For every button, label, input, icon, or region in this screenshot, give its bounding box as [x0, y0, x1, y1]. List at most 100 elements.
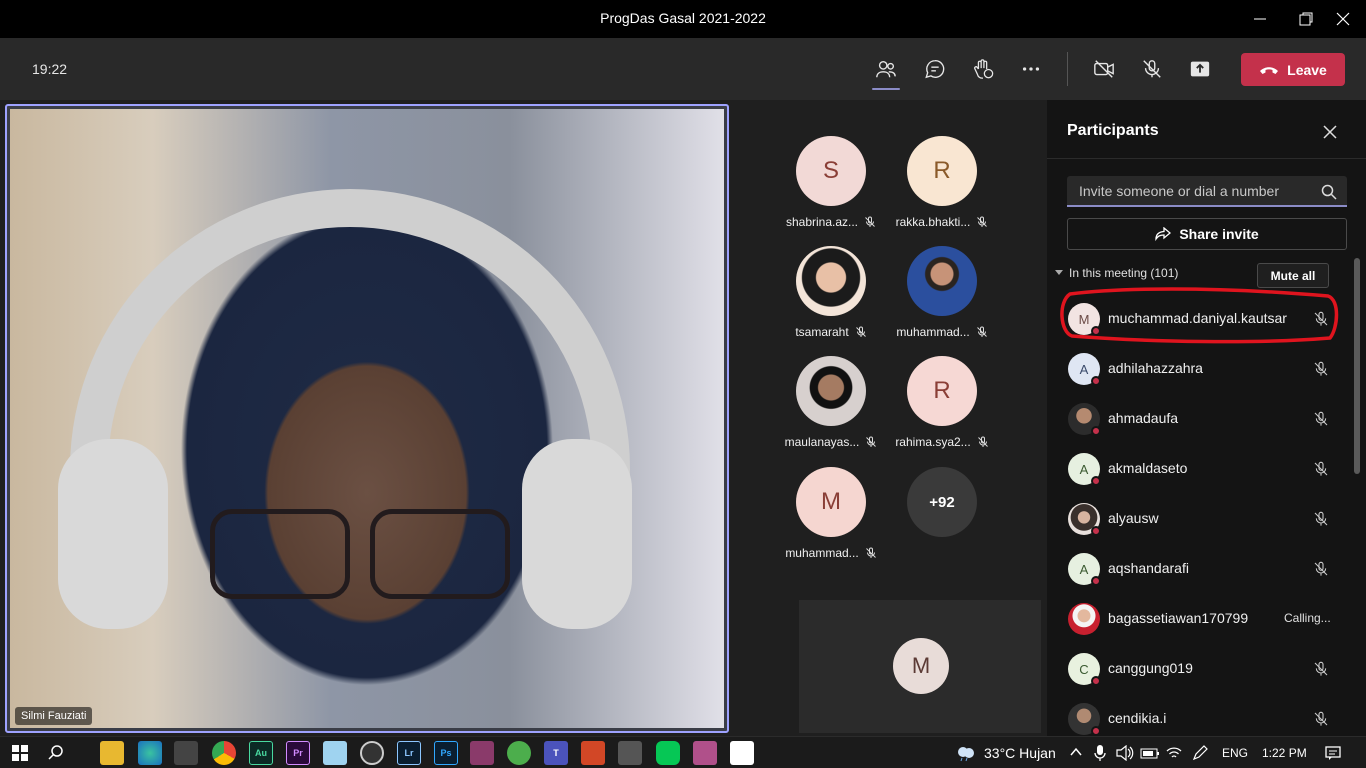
participant-tile-6[interactable]: R rahima.sya2... [887, 352, 997, 452]
presence-busy-indicator [1091, 476, 1101, 486]
invite-input[interactable] [1067, 176, 1347, 207]
title-bar: ProgDas Gasal 2021-2022 [0, 0, 1366, 38]
section-label: In this meeting (101) [1069, 266, 1179, 280]
weather-label[interactable]: 33°C Hujan [984, 745, 1056, 761]
main-speaker-video[interactable]: Silmi Fauziati [5, 104, 729, 733]
paint-icon[interactable] [730, 741, 754, 765]
speaker-video-feed [10, 109, 724, 728]
volume-icon[interactable] [1116, 745, 1134, 761]
notepad-icon[interactable] [323, 741, 347, 765]
share-invite-button[interactable]: Share invite [1067, 218, 1347, 250]
audition-icon[interactable]: Au [249, 741, 273, 765]
meeting-header: 19:22 Leave [0, 38, 1366, 100]
lightroom-icon[interactable]: Lr [397, 741, 421, 765]
chat-icon [925, 60, 945, 79]
participant-name: bagassetiawan170799 [1108, 610, 1249, 626]
search-icon[interactable] [44, 741, 68, 765]
minimize-button[interactable] [1237, 0, 1283, 38]
panel-title: Participants [1067, 122, 1159, 139]
leave-label: Leave [1287, 61, 1327, 78]
clock[interactable]: 1:22 PM [1262, 746, 1307, 760]
pen-icon[interactable] [1192, 745, 1208, 761]
camera-toggle-button[interactable] [1088, 53, 1120, 85]
presence-busy-indicator [1091, 726, 1101, 736]
notifications-icon[interactable] [1325, 745, 1341, 761]
participant-row[interactable]: C canggung019 [1047, 643, 1347, 693]
participant-tile-1[interactable]: S shabrina.az... [776, 132, 886, 232]
mute-all-button[interactable]: Mute all [1257, 263, 1329, 288]
windows-icon[interactable] [8, 741, 32, 765]
mic-off-icon[interactable] [1313, 661, 1329, 677]
participant-row[interactable]: ahmadaufa [1047, 393, 1347, 443]
winrar2-icon[interactable] [693, 741, 717, 765]
more-actions-button[interactable] [1015, 53, 1047, 85]
window-title: ProgDas Gasal 2021-2022 [600, 10, 766, 26]
participant-row[interactable]: alyausw [1047, 493, 1347, 543]
teams-icon[interactable]: T [544, 741, 568, 765]
participant-tile-4[interactable]: muhammad... [887, 242, 997, 342]
chevron-up-icon[interactable] [1070, 747, 1082, 757]
obs-icon[interactable] [360, 741, 384, 765]
language-indicator[interactable]: ENG [1222, 746, 1248, 760]
winrar-icon[interactable] [470, 741, 494, 765]
participant-tile-2[interactable]: R rakka.bhakti... [887, 132, 997, 232]
powerpoint-icon[interactable] [581, 741, 605, 765]
share-icon [1155, 227, 1172, 241]
avatar-photo [796, 356, 866, 426]
microphone-icon[interactable] [1094, 744, 1106, 762]
chrome-icon[interactable] [212, 741, 236, 765]
photoshop-icon[interactable]: Ps [434, 741, 458, 765]
tile-name: shabrina.az... [785, 215, 859, 229]
participant-tile-3[interactable]: tsamaraht [776, 242, 886, 342]
hang-up-icon [1260, 66, 1279, 74]
battery-icon[interactable] [1140, 745, 1160, 761]
close-window-button[interactable] [1320, 0, 1366, 38]
mic-off-icon[interactable] [1313, 561, 1329, 577]
participant-row[interactable]: bagassetiawan170799 Calling... [1047, 593, 1347, 643]
camera-off-icon [1094, 60, 1114, 78]
mic-off-icon[interactable] [1313, 461, 1329, 477]
mic-off-icon[interactable] [1313, 711, 1329, 727]
participant-row[interactable]: A adhilahazzahra [1047, 343, 1347, 393]
leave-button[interactable]: Leave [1241, 53, 1345, 86]
share-content-button[interactable] [1184, 53, 1216, 85]
headphone-cup-right [522, 439, 632, 629]
audio-icon[interactable] [618, 741, 642, 765]
mic-off-icon[interactable] [1313, 511, 1329, 527]
store-icon[interactable] [174, 741, 198, 765]
mic-off-icon [977, 436, 988, 447]
search-icon[interactable] [1321, 184, 1337, 200]
participant-tile-5[interactable]: maulanayas... [776, 352, 886, 452]
tile-name: rakka.bhakti... [895, 215, 971, 229]
utorrent-icon[interactable] [507, 741, 531, 765]
panel-scrollbar[interactable] [1354, 258, 1360, 474]
avatar: M [796, 467, 866, 537]
mic-off-icon[interactable] [1313, 411, 1329, 427]
participant-tile-large[interactable]: M [799, 600, 1041, 733]
close-panel-button[interactable] [1318, 120, 1342, 144]
teams-meeting-window: ProgDas Gasal 2021-2022 19:22 Leave Silm… [0, 0, 1366, 768]
participant-row[interactable]: A akmaldaseto [1047, 443, 1347, 493]
mic-off-icon[interactable] [1313, 361, 1329, 377]
tile-label: maulanayas... [776, 435, 886, 449]
edge-icon[interactable] [138, 741, 162, 765]
participant-row[interactable]: A aqshandarafi [1047, 543, 1347, 593]
reactions-button[interactable] [967, 53, 999, 85]
line-icon[interactable] [656, 741, 680, 765]
mic-toggle-button[interactable] [1136, 53, 1168, 85]
tile-label: tsamaraht [776, 325, 886, 339]
participant-tile-7[interactable]: M muhammad... [776, 463, 886, 563]
wifi-icon[interactable] [1166, 745, 1182, 761]
mic-off-icon [977, 216, 988, 227]
chat-button[interactable] [919, 53, 951, 85]
tile-label: shabrina.az... [776, 215, 886, 229]
windows-taskbar: Au Pr Lr Ps T 33°C Hujan ENG 1:22 PM [0, 736, 1366, 768]
in-meeting-section-toggle[interactable]: In this meeting (101) [1055, 266, 1178, 280]
participants-button[interactable] [870, 53, 902, 90]
share-invite-label: Share invite [1179, 226, 1259, 242]
file-explorer-icon[interactable] [100, 741, 124, 765]
mic-off-icon [1143, 60, 1161, 78]
premiere-icon[interactable]: Pr [286, 741, 310, 765]
more-participants-tile[interactable]: +92 [887, 463, 997, 563]
presence-busy-indicator [1091, 676, 1101, 686]
